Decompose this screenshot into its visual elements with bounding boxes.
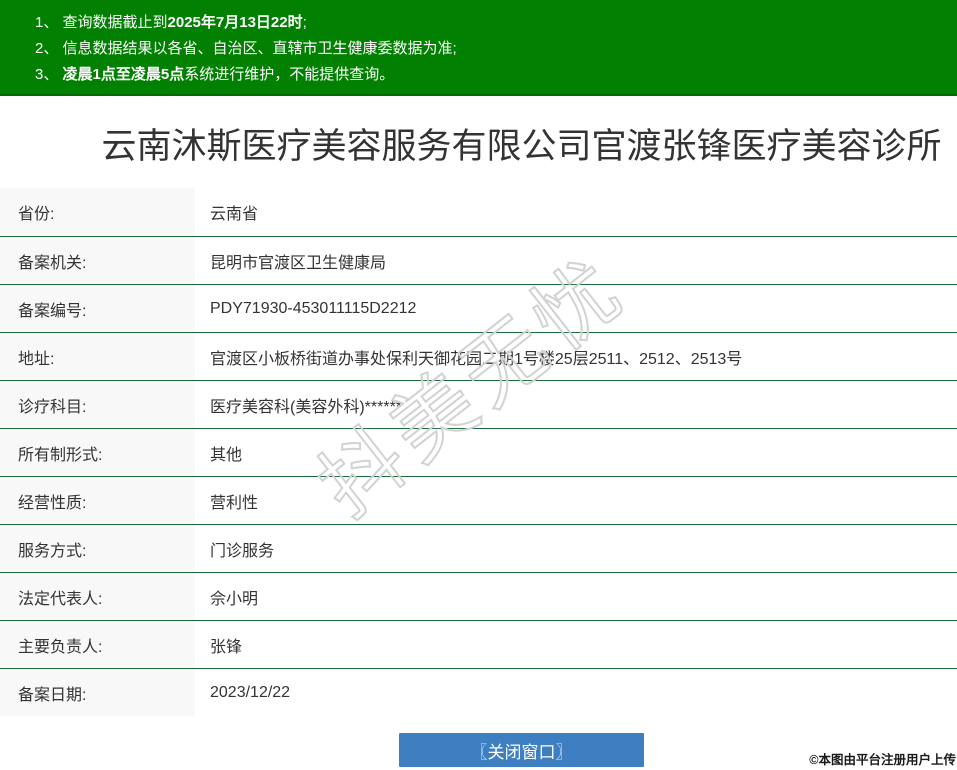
notice-1-text: 1、 查询数据截止到 [35, 14, 168, 31]
table-row-business-nature: 经营性质: 营利性 [0, 476, 957, 524]
table-row-filing-date: 备案日期: 2023/12/22 [0, 668, 957, 716]
row-label: 经营性质: [0, 477, 195, 524]
row-value: 张锋 [210, 638, 243, 656]
notice-line-3: 3、 凌晨1点至凌晨5点系统进行维护，不能提供查询。 [35, 62, 947, 88]
row-value: 医疗美容科(美容外科)****** [210, 398, 403, 416]
row-label: 主要负责人: [0, 621, 195, 668]
table-row-filing-number: 备案编号: PDY71930-453011115D2212 [0, 284, 957, 332]
row-value: 佘小明 [210, 590, 259, 608]
record-detail-table: 省份: 云南省 备案机关: 昆明市官渡区卫生健康局 备案编号: PDY71930… [0, 188, 957, 716]
table-row-filing-authority: 备案机关: 昆明市官渡区卫生健康局 [0, 236, 957, 284]
notice-3-suffix: 系统进行维护，不能提供查询。 [184, 66, 395, 83]
row-label: 诊疗科目: [0, 381, 195, 428]
close-window-button[interactable]: 〖关闭窗口〗 [399, 733, 644, 767]
notice-3-text: 3、 [35, 66, 63, 83]
row-label: 备案编号: [0, 285, 195, 332]
upload-credit-text: ©本图由平台注册用户上传 [809, 753, 956, 767]
notice-banner: 1、 查询数据截止到2025年7月13日22时; 2、 信息数据结果以各省、自治… [0, 0, 957, 96]
row-value: 云南省 [210, 206, 259, 223]
row-label: 省份: [0, 188, 195, 236]
row-value: 其他 [210, 446, 243, 464]
table-row-service-mode: 服务方式: 门诊服务 [0, 524, 957, 572]
row-value: 昆明市官渡区卫生健康局 [210, 254, 387, 272]
table-row-ownership-type: 所有制形式: 其他 [0, 428, 957, 476]
row-label: 备案日期: [0, 669, 195, 716]
notice-3-highlight: 凌晨1点至凌晨5点 [62, 66, 185, 83]
row-value: 营利性 [210, 494, 259, 512]
row-label: 所有制形式: [0, 429, 195, 476]
table-row-treatment-subjects: 诊疗科目: 医疗美容科(美容外科)****** [0, 380, 957, 428]
row-label: 服务方式: [0, 525, 195, 572]
notice-line-2: 2、 信息数据结果以各省、自治区、直辖市卫生健康委数据为准; [35, 36, 947, 62]
table-row-province: 省份: 云南省 [0, 188, 957, 236]
row-value: 门诊服务 [210, 542, 275, 560]
notice-line-1: 1、 查询数据截止到2025年7月13日22时; [35, 10, 947, 36]
table-row-legal-representative: 法定代表人: 佘小明 [0, 572, 957, 620]
row-label: 备案机关: [0, 237, 195, 284]
page-title: 云南沐斯医疗美容服务有限公司官渡张锋医疗美容诊所 [101, 127, 942, 166]
notice-1-highlight: 2025年7月13日22时 [167, 14, 303, 31]
row-value: 2023/12/22 [210, 683, 291, 701]
table-row-address: 地址: 官渡区小板桥街道办事处保利天御花园二期1号楼25层2511、2512、2… [0, 332, 957, 380]
notice-2-text: 2、 信息数据结果以各省、自治区、直辖市卫生健康委数据为准; [35, 40, 457, 57]
table-row-principal: 主要负责人: 张锋 [0, 620, 957, 668]
row-label: 地址: [0, 333, 195, 380]
row-label: 法定代表人: [0, 573, 195, 620]
notice-1-suffix: ; [302, 14, 307, 31]
row-value: 官渡区小板桥街道办事处保利天御花园二期1号楼25层2511、2512、2513号 [210, 350, 743, 368]
row-value: PDY71930-453011115D2212 [210, 299, 417, 317]
